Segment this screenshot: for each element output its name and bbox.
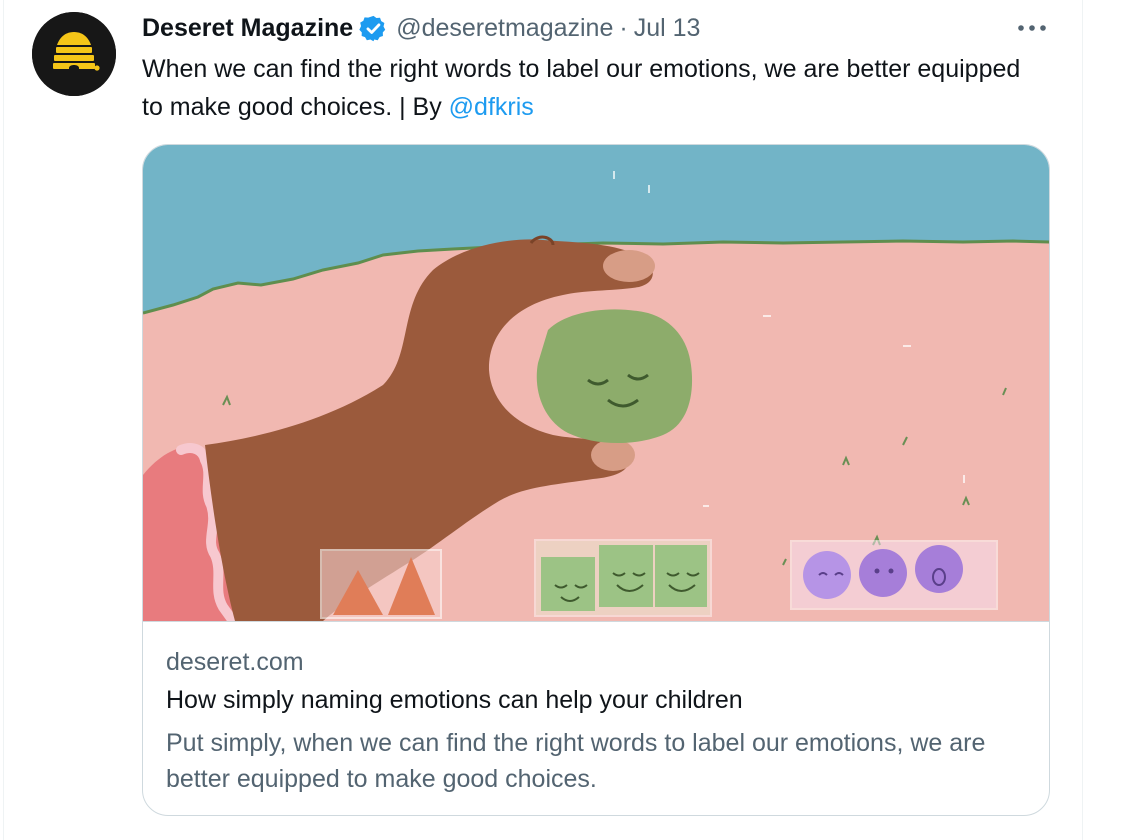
tweet-date[interactable]: Jul 13 [634,14,701,43]
more-horizontal-icon [1018,25,1046,31]
verified-badge-icon [359,15,386,41]
column-border-left [3,0,4,840]
tweet-body: When we can find the right words to labe… [142,55,1021,121]
card-divider [143,621,1049,622]
tweet-header: Deseret Magazine @deseretmagazine · Jul … [142,12,700,44]
tweet-text: When we can find the right words to labe… [142,50,1042,126]
column-border-right [1082,0,1083,840]
card-illustration[interactable] [143,145,1050,621]
more-options-button[interactable] [1010,14,1054,42]
mention-link[interactable]: @dfkris [449,93,534,121]
author-name[interactable]: Deseret Magazine [142,14,353,43]
beehive-logo-icon [32,12,116,96]
card-domain: deseret.com [166,648,304,676]
avatar[interactable] [32,12,116,96]
separator-dot: · [619,13,628,42]
author-handle[interactable]: @deseretmagazine [396,14,613,43]
card-description: Put simply, when we can find the right w… [166,729,986,793]
card-title[interactable]: How simply naming emotions can help your… [166,686,743,715]
link-card[interactable]: deseret.com How simply naming emotions c… [142,144,1050,816]
